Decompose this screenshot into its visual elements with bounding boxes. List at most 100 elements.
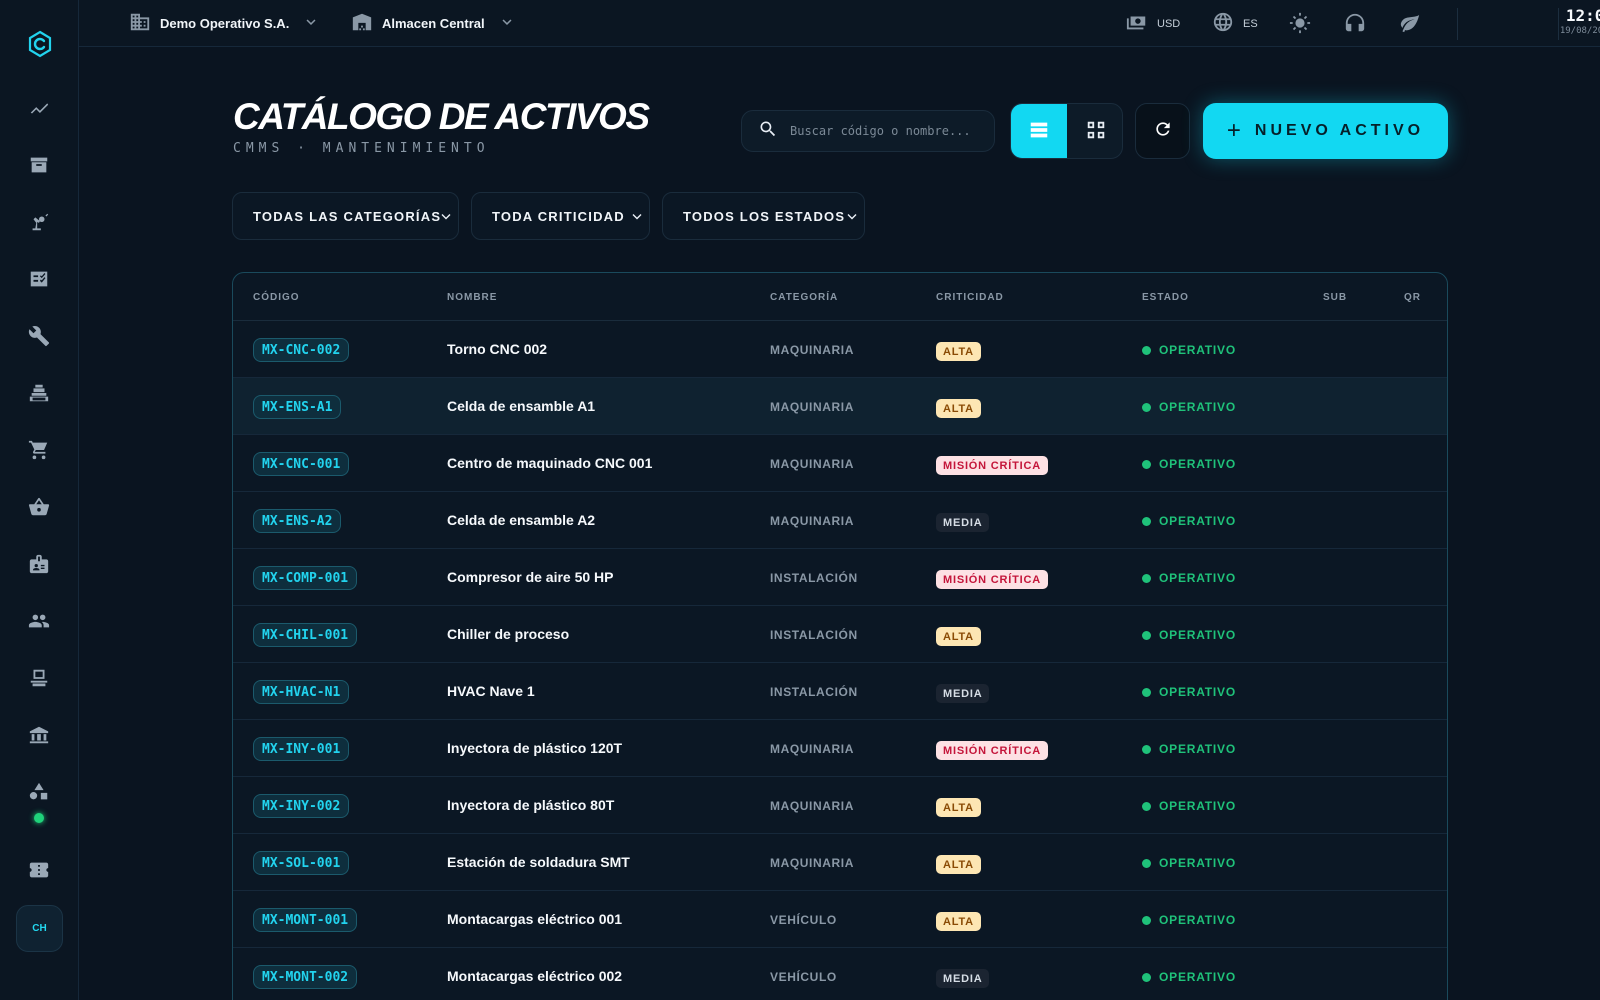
column-header-name[interactable]: NOMBRE [447,292,497,303]
column-header-sub: SUB [1323,292,1348,303]
grid-view-button[interactable] [1068,104,1122,158]
asset-code-tag[interactable]: MX-ENS-A1 [253,395,342,419]
asset-name: HVAC Nave 1 [447,683,535,699]
sidebar: CH [0,0,79,1000]
table-row[interactable]: MX-CHIL-001 Chiller de proceso INSTALACIÓN… [233,606,1447,663]
table-row[interactable]: MX-MONT-002 Montacargas eléctrico 002 VEHÍ… [233,948,1447,1000]
status-label: OPERATIVO [1159,514,1236,528]
badge-icon[interactable] [27,552,51,576]
sun-icon[interactable] [1289,12,1313,36]
asset-code-tag[interactable]: MX-MONT-001 [253,908,358,932]
basket-icon[interactable] [27,495,51,519]
training-icon[interactable] [27,666,51,690]
currency-label: USD [1157,17,1181,30]
refresh-button[interactable] [1135,103,1190,159]
shapes-icon[interactable] [27,780,51,804]
asset-category: MAQUINARIA [770,457,854,471]
status-indicator: OPERATIVO [1142,457,1236,471]
asset-name: Celda de ensamble A1 [447,398,596,414]
table-row[interactable]: MX-CNC-001 Centro de maquinado CNC 001 MAQ… [233,435,1447,492]
asset-category: INSTALACIÓN [770,571,858,585]
language-label: ES [1243,17,1258,30]
status-indicator: OPERATIVO [1142,970,1236,984]
ticket-icon[interactable] [27,858,51,882]
view-toggle [1010,103,1123,159]
checklist-icon[interactable] [27,267,51,291]
search-icon [758,119,778,144]
status-indicator: OPERATIVO [1142,742,1236,756]
table-row[interactable]: MX-HVAC-N1 HVAC Nave 1 INSTALACIÓN MEDIA OPE… [233,663,1447,720]
asset-code-tag[interactable]: MX-HVAC-N1 [253,680,350,704]
column-header-category[interactable]: CATEGORÍA [770,292,838,303]
chevron-down-icon [846,210,858,222]
list-icon [1028,119,1050,146]
analytics-icon[interactable] [27,96,51,120]
status-dot-icon [1142,402,1151,412]
warehouse-selector[interactable]: Almacen Central [351,0,516,47]
asset-code-tag[interactable]: MX-COMP-001 [253,566,358,590]
asset-category: INSTALACIÓN [770,685,858,699]
company-selector[interactable]: Demo Operativo S.A. [129,0,320,47]
status-indicator: OPERATIVO [1142,571,1236,585]
table-row[interactable]: MX-ENS-A1 Celda de ensamble A1 MAQUINARIA A… [233,378,1447,435]
leaf-icon[interactable] [1399,12,1423,36]
status-dot-icon [1142,630,1151,640]
cart-icon[interactable] [27,438,51,462]
warehouse-icon[interactable] [27,381,51,405]
asset-code-tag[interactable]: MX-CHIL-001 [253,623,358,647]
wrench-icon[interactable] [27,324,51,348]
currency-selector[interactable]: USD [1126,0,1180,47]
asset-code-tag[interactable]: MX-SOL-001 [253,851,350,875]
asset-name: Compresor de aire 50 HP [447,569,614,585]
user-avatar[interactable]: CH [16,905,63,952]
status-indicator: OPERATIVO [1142,913,1236,927]
page-title: CATÁLOGO DE ACTIVOS [233,96,650,137]
criticality-filter[interactable]: TODA CRITICIDAD [471,192,650,240]
asset-code-tag[interactable]: MX-CNC-001 [253,452,350,476]
search-box[interactable] [741,110,995,152]
asset-code-tag[interactable]: MX-INY-001 [253,737,350,761]
asset-code-tag[interactable]: MX-INY-002 [253,794,350,818]
asset-category: VEHÍCULO [770,970,837,984]
status-indicator [34,813,44,823]
school-icon[interactable] [27,723,51,747]
category-filter[interactable]: TODAS LAS CATEGORÍAS [232,192,459,240]
language-selector[interactable]: ES [1212,0,1258,47]
support-headset-icon[interactable] [1344,12,1368,36]
status-label: OPERATIVO [1159,742,1236,756]
status-indicator: OPERATIVO [1142,400,1236,414]
users-icon[interactable] [27,609,51,633]
criticality-badge: ALTA [936,627,981,646]
table-row[interactable]: MX-ENS-A2 Celda de ensamble A2 MAQUINARIA M… [233,492,1447,549]
warehouse-building-icon [351,11,373,36]
criticality-badge: MEDIA [936,969,990,988]
asset-code-tag[interactable]: MX-ENS-A2 [253,509,342,533]
column-header-code[interactable]: CÓDIGO [253,292,300,303]
table-row[interactable]: MX-INY-001 Inyectora de plástico 120T MAQU… [233,720,1447,777]
status-dot-icon [1142,573,1151,583]
status-dot-icon [1142,801,1151,811]
asset-category: MAQUINARIA [770,799,854,813]
search-input[interactable] [790,124,980,138]
asset-code-tag[interactable]: MX-MONT-002 [253,965,358,989]
clock: 12:09 19/08/2026 [1454,6,1600,36]
table-row[interactable]: MX-SOL-001 Estación de soldadura SMT MAQUI… [233,834,1447,891]
table-row[interactable]: MX-INY-002 Inyectora de plástico 80T MAQUI… [233,777,1447,834]
archive-icon[interactable] [27,153,51,177]
status-filter[interactable]: TODOS LOS ESTADOS [662,192,865,240]
robot-arm-icon[interactable] [27,210,51,234]
column-header-status[interactable]: ESTADO [1142,292,1189,303]
status-indicator: OPERATIVO [1142,514,1236,528]
status-indicator: OPERATIVO [1142,628,1236,642]
new-asset-button[interactable]: + NUEVO ACTIVO [1203,103,1448,159]
table-row[interactable]: MX-CNC-002 Torno CNC 002 MAQUINARIA ALTA OPE… [233,321,1447,378]
table-row[interactable]: MX-COMP-001 Compresor de aire 50 HP INSTAL… [233,549,1447,606]
asset-category: MAQUINARIA [770,343,854,357]
asset-code-tag[interactable]: MX-CNC-002 [253,338,350,362]
table-row[interactable]: MX-MONT-001 Montacargas eléctrico 001 VEHÍ… [233,891,1447,948]
list-view-button[interactable] [1011,104,1067,158]
column-header-criticality[interactable]: CRITICIDAD [936,292,1004,303]
asset-category: INSTALACIÓN [770,628,858,642]
logo-icon[interactable] [26,30,54,58]
status-label: OPERATIVO [1159,457,1236,471]
